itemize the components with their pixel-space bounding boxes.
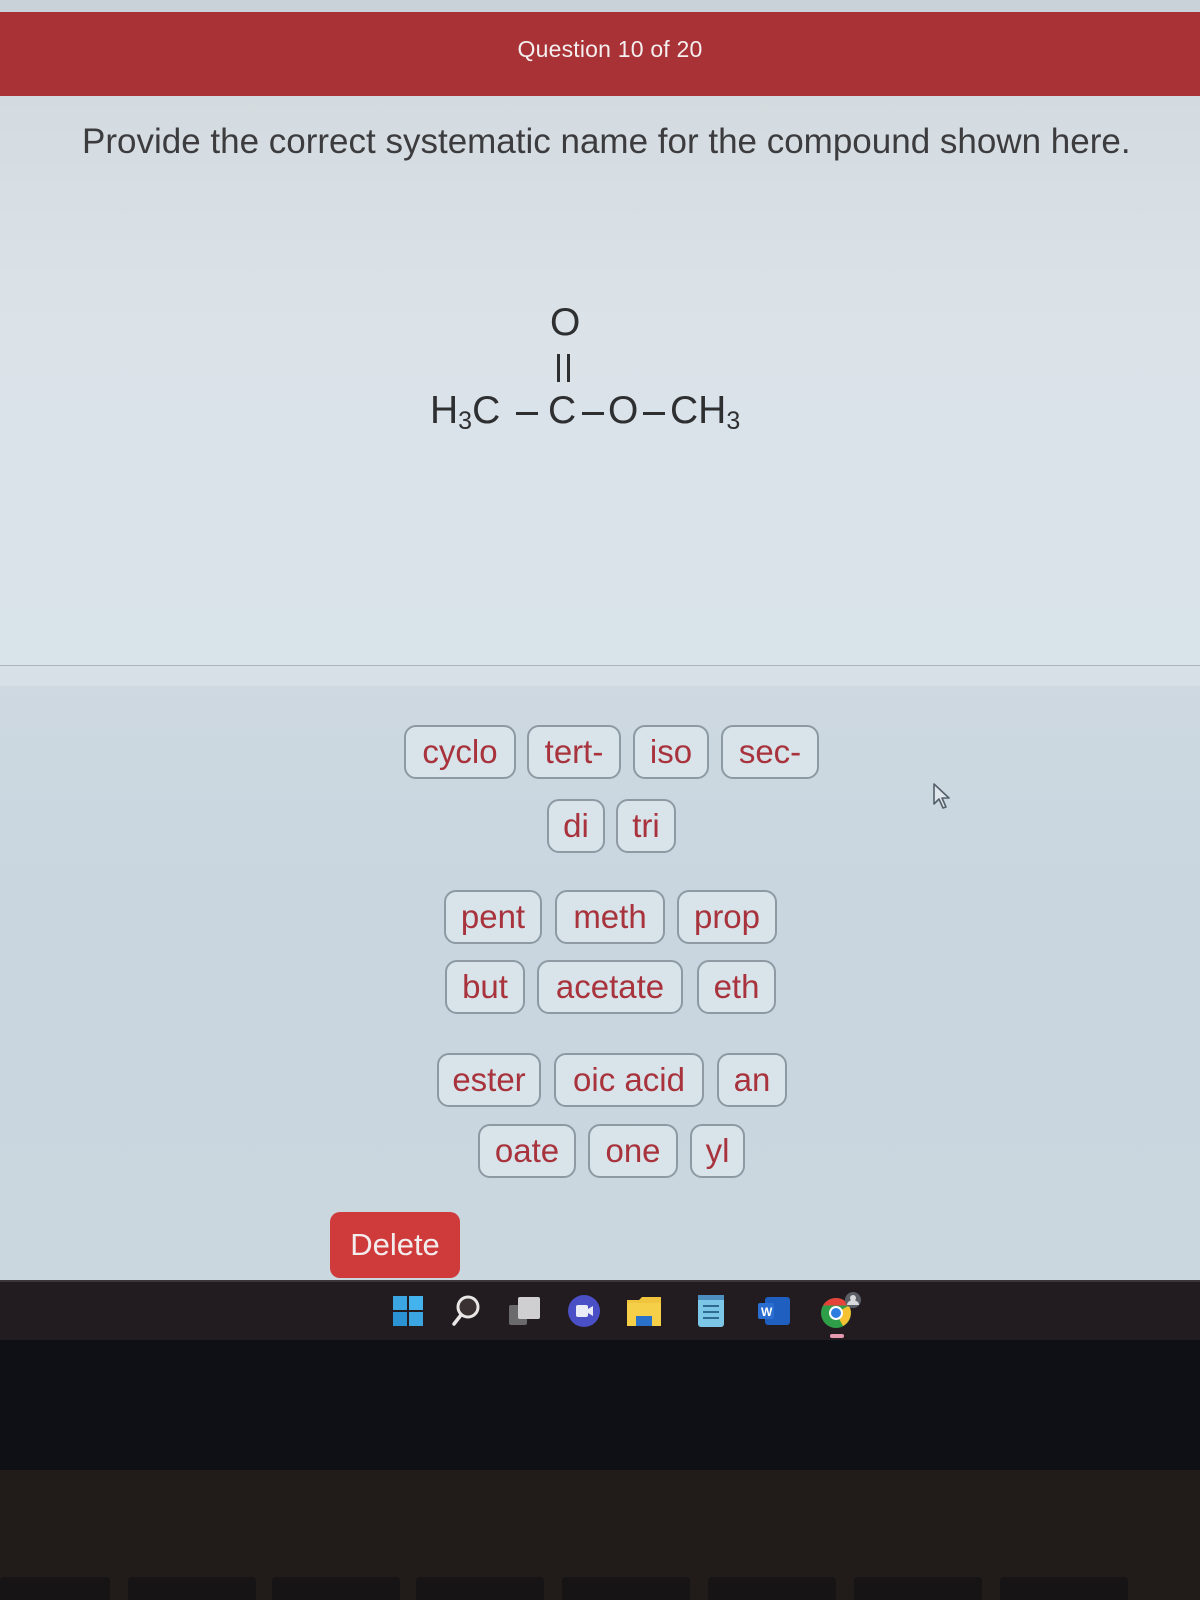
methyl-group-left: H3C bbox=[430, 389, 501, 435]
keyboard-key bbox=[272, 1577, 400, 1600]
tile-oic-acid[interactable]: oic acid bbox=[554, 1053, 704, 1107]
tile-sec[interactable]: sec- bbox=[721, 725, 819, 779]
browser-top-strip bbox=[0, 0, 1200, 12]
keyboard-key bbox=[0, 1577, 110, 1600]
double-bond-left bbox=[557, 354, 560, 382]
keyboard-key bbox=[416, 1577, 544, 1600]
word-icon[interactable]: W bbox=[756, 1292, 792, 1330]
tile-iso[interactable]: iso bbox=[633, 725, 709, 779]
keyboard-key bbox=[854, 1577, 982, 1600]
tile-di[interactable]: di bbox=[547, 799, 605, 853]
tile-prop[interactable]: prop bbox=[677, 890, 777, 944]
search-icon[interactable] bbox=[448, 1292, 484, 1330]
ester-oxygen: O bbox=[608, 389, 639, 432]
question-prompt: Provide the correct systematic name for … bbox=[82, 122, 1131, 161]
carbonyl-oxygen: O bbox=[550, 301, 581, 344]
windows-taskbar: W bbox=[0, 1280, 1200, 1340]
tile-oate[interactable]: oate bbox=[478, 1124, 576, 1178]
tile-an[interactable]: an bbox=[717, 1053, 787, 1107]
tile-acetate[interactable]: acetate bbox=[537, 960, 683, 1014]
carbonyl-carbon: C bbox=[548, 389, 577, 432]
keyboard-key bbox=[1000, 1577, 1128, 1600]
tile-meth[interactable]: meth bbox=[555, 890, 665, 944]
tile-ester[interactable]: ester bbox=[437, 1053, 541, 1107]
tile-cyclo[interactable]: cyclo bbox=[404, 725, 516, 779]
tile-yl[interactable]: yl bbox=[690, 1124, 745, 1178]
monitor-bezel bbox=[0, 1340, 1200, 1470]
tile-tri[interactable]: tri bbox=[616, 799, 676, 853]
task-view-icon[interactable] bbox=[507, 1292, 543, 1330]
delete-button[interactable]: Delete bbox=[330, 1212, 460, 1278]
svg-text:W: W bbox=[761, 1305, 773, 1319]
active-app-indicator bbox=[830, 1334, 844, 1338]
tile-tert[interactable]: tert- bbox=[527, 725, 621, 779]
methyl-group-right: CH3 bbox=[670, 389, 741, 435]
question-header-bar: Question 10 of 20 bbox=[0, 12, 1200, 96]
meet-chat-icon[interactable] bbox=[566, 1292, 602, 1330]
keyboard-key bbox=[562, 1577, 690, 1600]
tile-pent[interactable]: pent bbox=[444, 890, 542, 944]
single-bond-1 bbox=[516, 412, 538, 415]
divider-band bbox=[0, 666, 1200, 686]
file-explorer-icon[interactable] bbox=[626, 1292, 662, 1330]
question-counter: Question 10 of 20 bbox=[517, 35, 703, 62]
notepad-icon[interactable] bbox=[693, 1292, 729, 1330]
tile-eth[interactable]: eth bbox=[697, 960, 776, 1014]
chrome-profile-icon[interactable] bbox=[818, 1292, 862, 1330]
single-bond-3 bbox=[643, 412, 665, 415]
keyboard-key bbox=[708, 1577, 836, 1600]
question-panel: Provide the correct systematic name for … bbox=[0, 96, 1200, 760]
double-bond-right bbox=[567, 354, 570, 382]
chemical-structure: O H3C C O CH3 bbox=[430, 301, 790, 451]
windows-start-icon[interactable] bbox=[390, 1292, 426, 1330]
single-bond-2 bbox=[582, 412, 604, 415]
tile-but[interactable]: but bbox=[445, 960, 525, 1014]
mouse-pointer-icon bbox=[933, 783, 950, 809]
keyboard-key bbox=[128, 1577, 256, 1600]
tile-one[interactable]: one bbox=[588, 1124, 678, 1178]
